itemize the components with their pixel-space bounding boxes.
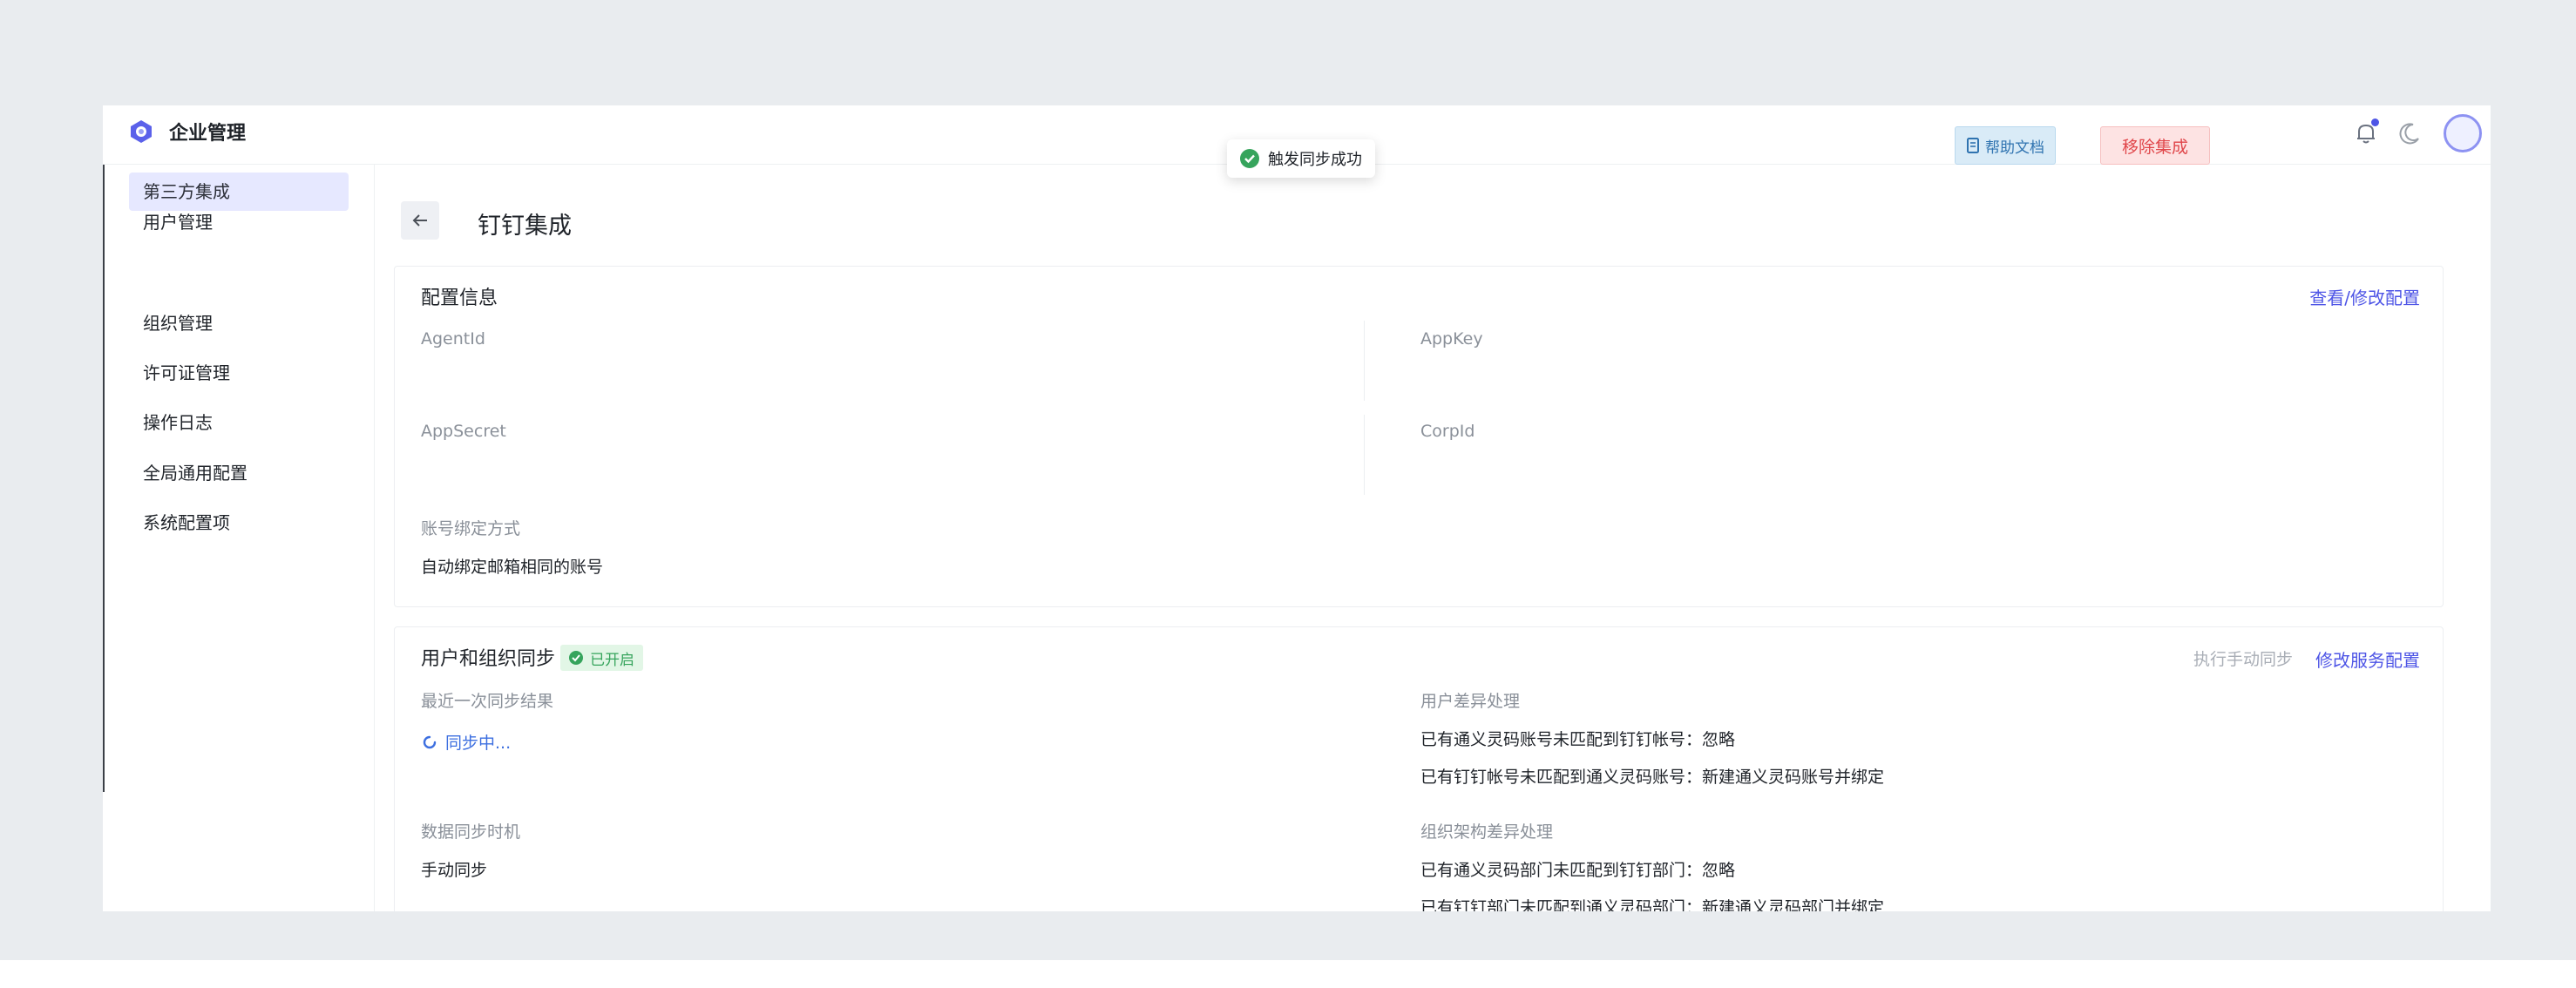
- check-circle-icon: [569, 651, 583, 665]
- status-badge-label: 已开启: [590, 651, 634, 669]
- user-diff-label: 用户差异处理: [1420, 692, 1521, 711]
- sidebar-item-organization[interactable]: 组织管理: [129, 304, 349, 342]
- edit-config-link[interactable]: 查看/修改配置: [2309, 284, 2420, 309]
- moon-icon[interactable]: [2396, 120, 2423, 146]
- doc-icon: [1967, 138, 1979, 153]
- binding-label: 账号绑定方式: [421, 519, 521, 538]
- toast: 触发同步成功: [1227, 139, 1375, 178]
- last-result-label: 最近一次同步结果: [421, 692, 554, 711]
- sync-title: 用户和组织同步: [421, 648, 556, 670]
- sidebar-edge: [103, 165, 105, 792]
- agent-id-label: AgentId: [421, 329, 485, 349]
- main-content: 钉钉集成 配置信息 查看/修改配置 AgentId AppKey AppSecr…: [375, 165, 2491, 911]
- manual-sync-button[interactable]: 执行手动同步: [2193, 646, 2293, 670]
- sync-status-text: 同步中...: [445, 734, 512, 753]
- sidebar-item-license[interactable]: 许可证管理: [129, 354, 349, 392]
- config-title: 配置信息: [421, 288, 498, 309]
- org-diff-label: 组织架构差异处理: [1420, 822, 1554, 842]
- sync-card: 用户和组织同步 已开启 执行手动同步 修改服务配置 最近一次同步结果 同步中..…: [394, 626, 2444, 911]
- toast-message: 触发同步成功: [1268, 151, 1362, 169]
- sidebar-item-logs[interactable]: 操作日志: [129, 403, 349, 442]
- spinner-icon: [423, 735, 437, 748]
- sidebar: 用户管理 第三方集成 组织管理 许可证管理 操作日志 全局通用配置 系统配置项: [103, 165, 375, 911]
- back-arrow-icon: [412, 214, 427, 227]
- binding-value: 自动绑定邮箱相同的账号: [421, 558, 604, 577]
- app-secret-label: AppSecret: [421, 422, 506, 441]
- help-docs-button[interactable]: 帮助文档: [1955, 126, 2056, 165]
- app-title: 企业管理: [169, 123, 247, 145]
- sync-status: 同步中...: [421, 730, 511, 754]
- remove-integration-button[interactable]: 移除集成: [2100, 126, 2210, 165]
- config-divider-2: [1364, 415, 1365, 495]
- app-window: 企业管理 用户管理 第三方集成 组织管理 许可证管理 操作日志 全局通用配置 系…: [103, 105, 2491, 911]
- notification-button[interactable]: [2351, 118, 2381, 148]
- sidebar-item-global-config[interactable]: 全局通用配置: [129, 454, 349, 492]
- app-logo-icon: [131, 120, 152, 143]
- timing-value: 手动同步: [421, 861, 488, 880]
- config-card: 配置信息 查看/修改配置 AgentId AppKey AppSecret Co…: [394, 266, 2444, 607]
- check-circle-icon: [1240, 149, 1259, 168]
- timing-label: 数据同步时机: [421, 822, 521, 842]
- org-diff-rule-2: 已有钉钉部门未匹配到通义灵码部门：新建通义灵码部门并绑定: [1420, 898, 1885, 911]
- app-key-label: AppKey: [1420, 329, 1483, 349]
- corp-id-label: CorpId: [1420, 422, 1475, 441]
- user-diff-rule-2: 已有钉钉帐号未匹配到通义灵码账号：新建通义灵码账号并绑定: [1420, 768, 1885, 787]
- page-footer-strip: [0, 960, 2576, 988]
- sidebar-item-integrations[interactable]: 第三方集成: [129, 173, 349, 211]
- back-button[interactable]: [401, 201, 439, 240]
- page-title: 钉钉集成: [478, 213, 572, 240]
- top-icons: [2351, 114, 2482, 152]
- avatar[interactable]: [2444, 114, 2482, 152]
- config-divider-1: [1364, 321, 1365, 401]
- brand: 企业管理: [129, 118, 246, 145]
- user-diff-rule-1: 已有通义灵码账号未匹配到钉钉帐号：忽略: [1420, 730, 1736, 749]
- org-diff-rule-1: 已有通义灵码部门未匹配到钉钉部门：忽略: [1420, 861, 1736, 880]
- notification-dot: [2371, 118, 2379, 126]
- help-docs-label: 帮助文档: [1985, 139, 2044, 157]
- sidebar-item-system-config[interactable]: 系统配置项: [129, 504, 349, 542]
- edit-service-link[interactable]: 修改服务配置: [2315, 646, 2420, 672]
- status-badge: 已开启: [560, 645, 643, 671]
